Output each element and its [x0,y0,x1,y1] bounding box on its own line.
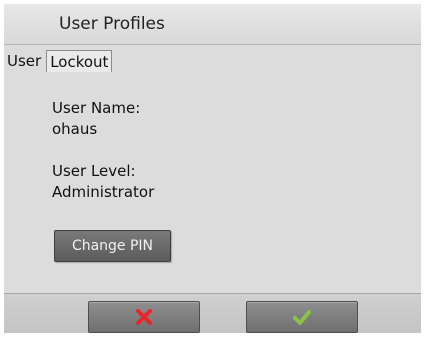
cancel-button[interactable] [88,301,200,333]
confirm-button[interactable] [246,301,358,333]
user-level-label: User Level: [52,162,136,180]
title-bar: User Profiles [4,4,421,45]
tab-user[interactable]: User [4,50,44,72]
user-level-value: Administrator [52,183,155,201]
bottom-action-bar [4,293,421,333]
page-title: User Profiles [59,14,165,34]
change-pin-button[interactable]: Change PIN [54,230,171,262]
tab-bar: User Lockout [4,50,113,72]
x-icon [136,309,152,325]
user-name-value: ohaus [52,120,98,138]
tab-lockout[interactable]: Lockout [46,50,113,72]
check-icon [293,310,311,325]
user-name-label: User Name: [52,99,141,117]
user-profiles-screen: User Profiles User Lockout User Name: oh… [4,4,421,333]
